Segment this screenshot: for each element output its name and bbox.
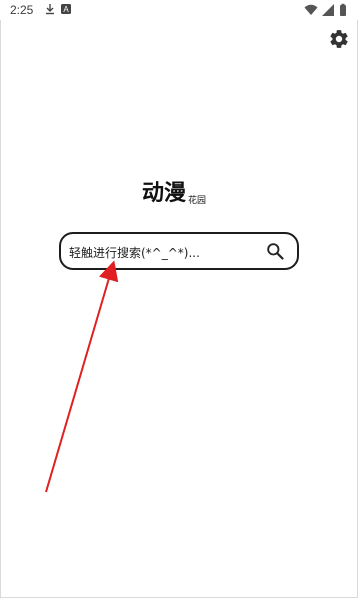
search-icon[interactable] xyxy=(265,241,285,261)
status-right-icons xyxy=(304,3,346,16)
a-icon: A xyxy=(61,4,71,14)
app-title-subtitle: 花园 xyxy=(188,196,207,206)
download-icon xyxy=(46,4,54,15)
search-input[interactable]: 轻触进行搜索(*^_^*)... xyxy=(69,244,200,261)
status-bar: 2:25 A xyxy=(0,0,360,20)
app-title: 动漫 花园 xyxy=(142,181,206,207)
app-title-main: 动漫 xyxy=(142,181,187,206)
gear-icon[interactable] xyxy=(328,28,350,50)
wifi-icon xyxy=(304,4,318,15)
svg-text:A: A xyxy=(63,5,69,14)
screen-frame xyxy=(0,0,358,598)
signal-icon xyxy=(322,4,334,16)
search-box[interactable]: 轻触进行搜索(*^_^*)... xyxy=(59,232,299,270)
battery-icon xyxy=(340,5,346,16)
status-time: 2:25 xyxy=(10,3,34,17)
